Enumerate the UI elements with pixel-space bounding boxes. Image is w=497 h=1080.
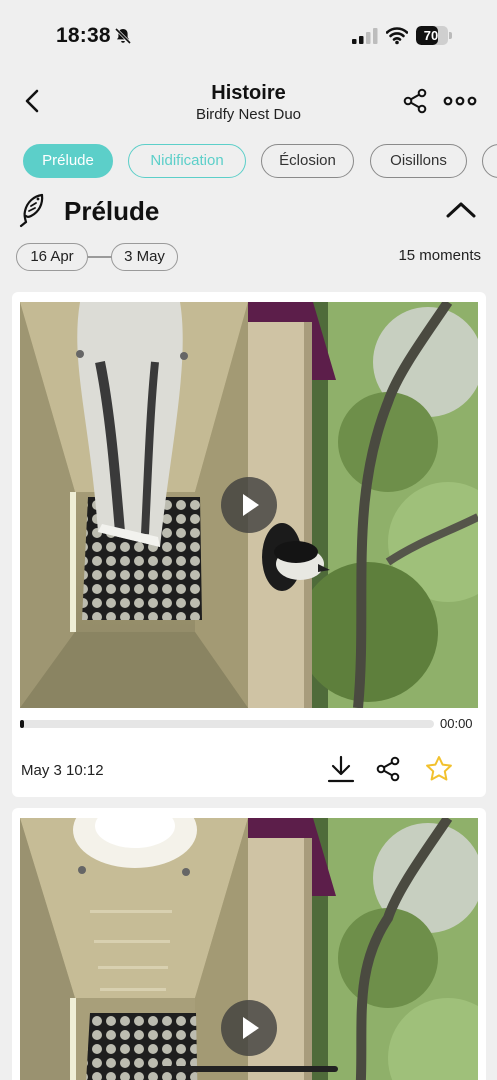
tab-prelude[interactable]: Prélude	[23, 144, 113, 178]
wifi-icon	[386, 27, 408, 45]
nest-exterior-view	[248, 302, 478, 708]
status-bar: 18:38 70	[0, 0, 497, 72]
video-progress-bar[interactable]	[20, 720, 434, 728]
play-icon[interactable]	[221, 477, 277, 533]
section-header: Prélude	[0, 188, 497, 232]
home-indicator	[160, 1066, 338, 1072]
chevron-up-icon[interactable]	[444, 198, 478, 222]
battery-indicator: 70	[416, 26, 452, 45]
share-icon[interactable]	[375, 756, 401, 782]
date-range-connector	[88, 256, 112, 258]
moment-card	[12, 808, 486, 1080]
nest-interior-view	[20, 818, 248, 1080]
tab-oisillons[interactable]: Oisillons	[370, 144, 467, 178]
bird-icon	[19, 193, 44, 228]
share-icon[interactable]	[402, 88, 428, 114]
battery-level: 70	[423, 28, 439, 43]
screen: 18:38 70 Histoire Birdfy Nest Duo Prélud…	[0, 0, 497, 1080]
moment-card: 00:00 May 3 10:12	[12, 292, 486, 797]
progress-fill	[20, 720, 25, 728]
video-player[interactable]	[20, 302, 478, 708]
video-player[interactable]	[20, 818, 478, 1080]
start-date-pill[interactable]: 16 Apr	[16, 243, 88, 271]
bell-slash-icon	[114, 27, 132, 45]
video-duration: 00:00	[440, 716, 473, 731]
play-icon[interactable]	[221, 1000, 277, 1056]
star-icon[interactable]	[424, 754, 454, 784]
tab-nidification[interactable]: Nidification	[128, 144, 246, 178]
moment-date: May 3 10:12	[21, 762, 104, 779]
section-title: Prélude	[64, 196, 160, 226]
download-icon[interactable]	[326, 754, 356, 784]
tab-eclosion[interactable]: Éclosion	[261, 144, 354, 178]
moments-count: 15 moments	[398, 247, 481, 264]
status-time: 18:38	[56, 24, 111, 47]
end-date-pill[interactable]: 3 May	[111, 243, 178, 271]
tab-next[interactable]	[482, 144, 497, 178]
more-icon[interactable]	[443, 88, 477, 114]
stage-tabs: Prélude Nidification Éclosion Oisillons	[0, 144, 497, 180]
nest-exterior-view	[248, 818, 478, 1080]
signal-icon	[352, 28, 378, 44]
date-range: 16 Apr 3 May 15 moments	[0, 243, 497, 273]
top-bar: Histoire Birdfy Nest Duo	[0, 76, 497, 130]
nest-interior-view	[20, 302, 248, 708]
